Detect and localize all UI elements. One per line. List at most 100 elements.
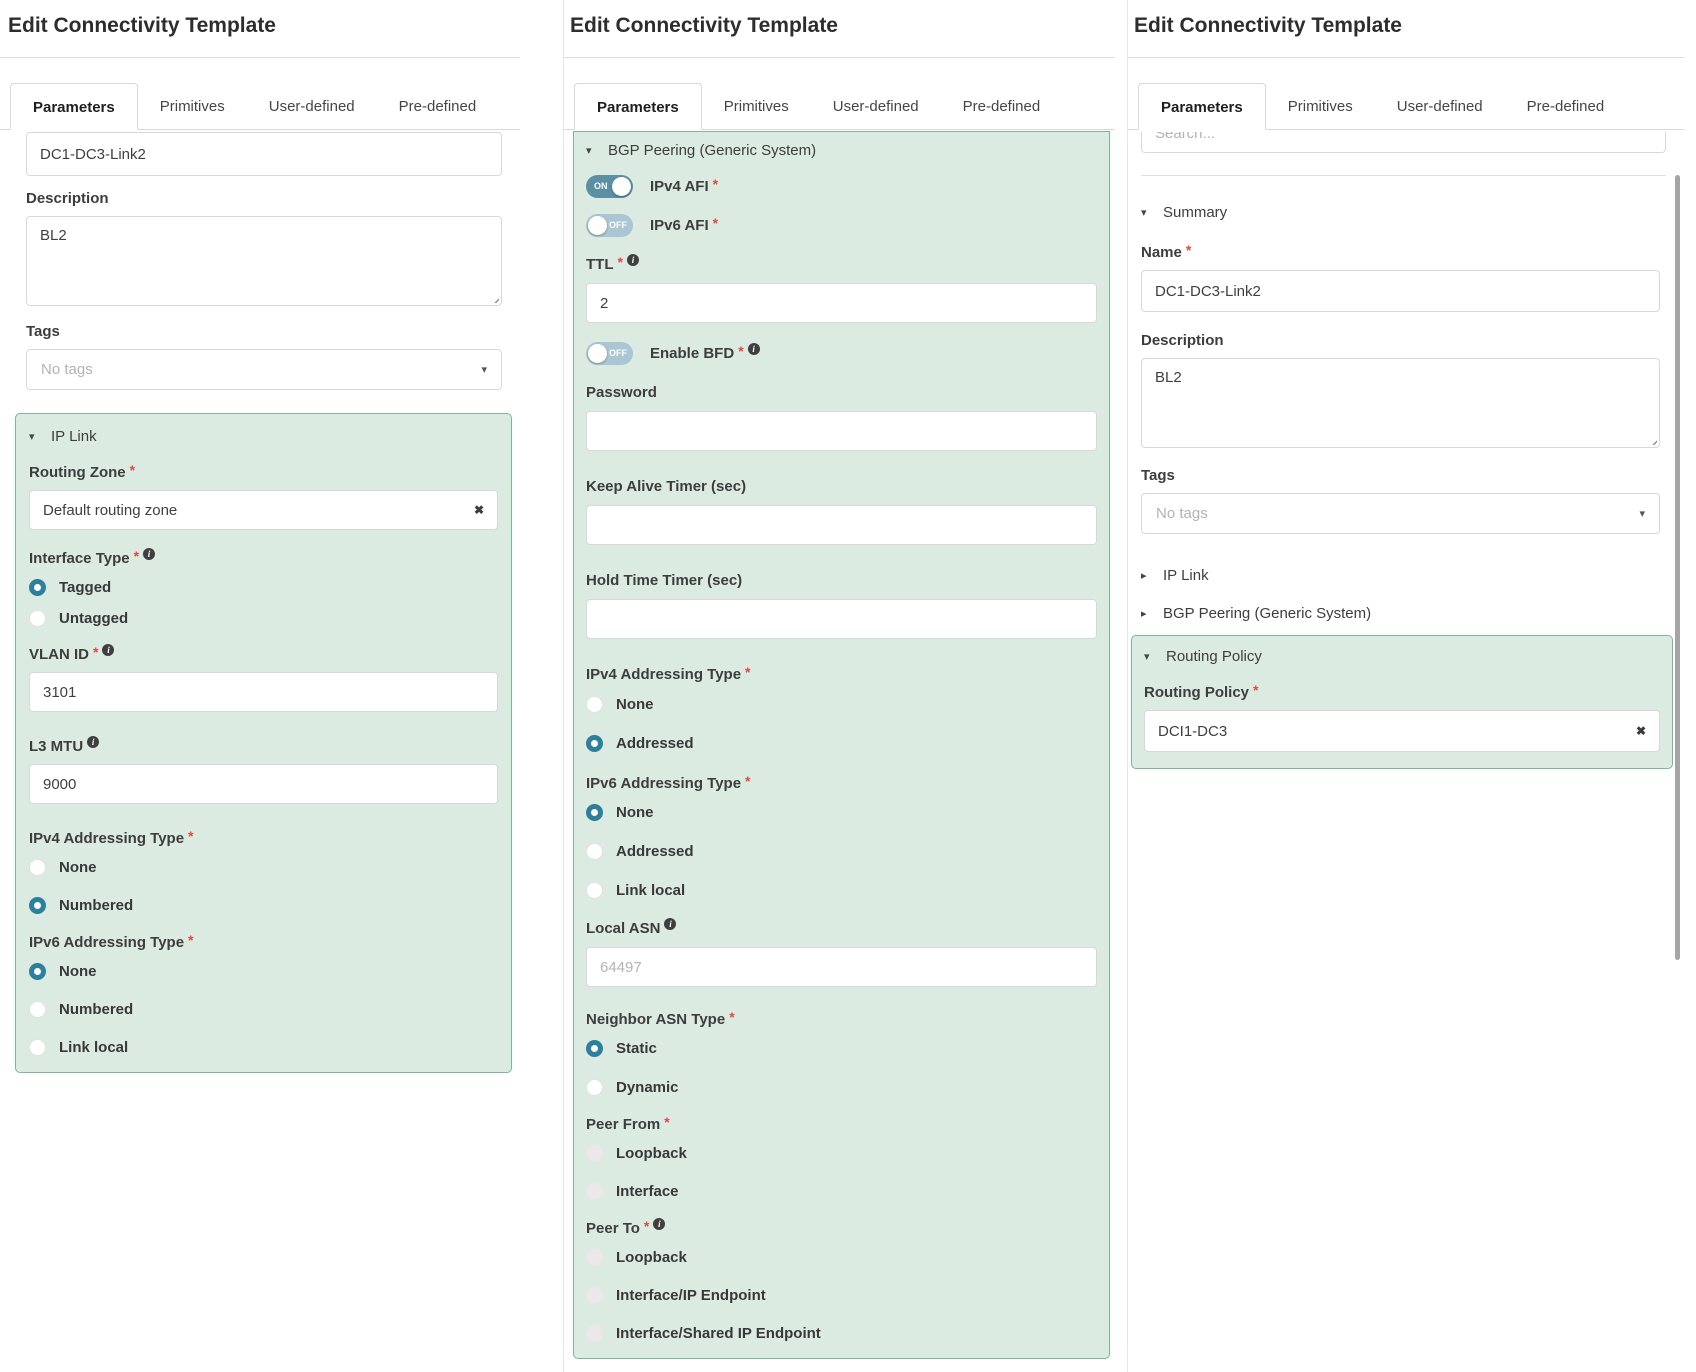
bgp-peering-collapsed-header[interactable]: ▸ BGP Peering (Generic System) bbox=[1141, 605, 1660, 622]
routing-policy-input[interactable]: DCI1-DC3 ✖ bbox=[1144, 710, 1660, 752]
description-textarea[interactable]: BL2 bbox=[1141, 358, 1660, 448]
chevron-down-icon: ▾ bbox=[1639, 507, 1645, 520]
ttl-input[interactable] bbox=[586, 283, 1097, 323]
chevron-down-icon: ▾ bbox=[481, 363, 487, 376]
page-title: Edit Connectivity Template bbox=[570, 14, 1115, 38]
ip-link-collapsed-header[interactable]: ▸ IP Link bbox=[1141, 567, 1660, 584]
required-asterisk: * bbox=[738, 343, 743, 360]
tags-select[interactable]: No tags ▾ bbox=[26, 349, 502, 390]
info-icon[interactable]: i bbox=[143, 548, 155, 560]
radio-asn-static[interactable]: Static bbox=[586, 1040, 1097, 1057]
tab-primitives[interactable]: Primitives bbox=[1266, 83, 1375, 129]
ipv4-afi-row: ON IPv4 AFI* bbox=[586, 175, 1097, 198]
enable-bfd-toggle[interactable]: OFF bbox=[586, 342, 633, 365]
ipv6-afi-toggle[interactable]: OFF bbox=[586, 214, 633, 237]
radio-asn-dynamic[interactable]: Dynamic bbox=[586, 1079, 1097, 1096]
vlan-id-input[interactable] bbox=[29, 672, 498, 712]
radio-icon bbox=[586, 843, 603, 860]
routing-zone-label: Routing Zone* bbox=[29, 464, 498, 482]
radio-disabled-icon bbox=[586, 1249, 603, 1266]
radio-ipv4-none[interactable]: None bbox=[586, 696, 1097, 713]
radio-ipv4-none[interactable]: None bbox=[29, 859, 498, 876]
tab-parameters[interactable]: Parameters bbox=[1138, 83, 1266, 130]
summary-section-header[interactable]: ▾ Summary bbox=[1141, 204, 1660, 221]
scrollbar-thumb[interactable] bbox=[1675, 175, 1680, 960]
required-asterisk: * bbox=[664, 1114, 669, 1131]
expand-triangle-icon: ▸ bbox=[1141, 607, 1163, 620]
tab-pre-defined[interactable]: Pre-defined bbox=[377, 83, 499, 129]
bgp-peering-section-header[interactable]: ▾ BGP Peering (Generic System) bbox=[586, 142, 1097, 159]
tags-label: Tags bbox=[26, 323, 502, 341]
collapse-triangle-icon: ▾ bbox=[1144, 650, 1166, 663]
radio-ipv6-numbered[interactable]: Numbered bbox=[29, 1001, 498, 1018]
radio-peer-to-interface-ip-endpoint[interactable]: Interface/IP Endpoint bbox=[586, 1287, 1097, 1304]
name-input[interactable] bbox=[26, 132, 502, 176]
radio-peer-from-loopback[interactable]: Loopback bbox=[586, 1145, 1097, 1162]
resize-handle-icon[interactable] bbox=[1647, 435, 1657, 445]
radio-ipv6-none[interactable]: None bbox=[29, 963, 498, 980]
info-icon[interactable]: i bbox=[664, 918, 676, 930]
info-icon[interactable]: i bbox=[102, 644, 114, 656]
ttl-label: TTL*i bbox=[586, 256, 1097, 274]
l3-mtu-label: L3 MTUi bbox=[29, 738, 498, 756]
routing-policy-section-header[interactable]: ▾ Routing Policy bbox=[1144, 648, 1660, 665]
radio-untagged[interactable]: Untagged bbox=[29, 610, 498, 627]
radio-tagged[interactable]: Tagged bbox=[29, 579, 498, 596]
description-textarea[interactable]: BL2 bbox=[26, 216, 502, 306]
radio-peer-to-loopback[interactable]: Loopback bbox=[586, 1249, 1097, 1266]
radio-selected-icon bbox=[586, 804, 603, 821]
radio-icon bbox=[586, 696, 603, 713]
tags-select[interactable]: No tags ▾ bbox=[1141, 493, 1660, 534]
radio-ipv6-none[interactable]: None bbox=[586, 804, 1097, 821]
ipv6-afi-label: IPv6 AFI* bbox=[650, 217, 718, 235]
tab-user-defined[interactable]: User-defined bbox=[1375, 83, 1505, 129]
required-asterisk: * bbox=[188, 828, 193, 845]
required-asterisk: * bbox=[93, 644, 98, 661]
radio-selected-icon bbox=[29, 897, 46, 914]
radio-ipv4-numbered[interactable]: Numbered bbox=[29, 897, 498, 914]
peer-to-label: Peer To*i bbox=[586, 1220, 1097, 1238]
tab-user-defined[interactable]: User-defined bbox=[811, 83, 941, 129]
radio-ipv6-addressed[interactable]: Addressed bbox=[586, 843, 1097, 860]
radio-peer-to-interface-shared-ip-endpoint[interactable]: Interface/Shared IP Endpoint bbox=[586, 1325, 1097, 1342]
tab-user-defined[interactable]: User-defined bbox=[247, 83, 377, 129]
radio-ipv4-addressed[interactable]: Addressed bbox=[586, 735, 1097, 752]
local-asn-input[interactable] bbox=[586, 947, 1097, 987]
clear-icon[interactable]: ✖ bbox=[1636, 724, 1646, 738]
radio-ipv6-link-local[interactable]: Link local bbox=[586, 882, 1097, 899]
tab-parameters[interactable]: Parameters bbox=[574, 83, 702, 130]
name-input[interactable] bbox=[1141, 270, 1660, 312]
ipv4-afi-toggle[interactable]: ON bbox=[586, 175, 633, 198]
tab-pre-defined[interactable]: Pre-defined bbox=[941, 83, 1063, 129]
enable-bfd-label: Enable BFD*i bbox=[650, 345, 760, 363]
info-icon[interactable]: i bbox=[87, 736, 99, 748]
l3-mtu-input[interactable] bbox=[29, 764, 498, 804]
password-label: Password bbox=[586, 384, 1097, 402]
resize-handle-icon[interactable] bbox=[489, 293, 499, 303]
password-input[interactable] bbox=[586, 411, 1097, 451]
keep-alive-input[interactable] bbox=[586, 505, 1097, 545]
radio-disabled-icon bbox=[586, 1325, 603, 1342]
tab-pre-defined[interactable]: Pre-defined bbox=[1505, 83, 1627, 129]
tab-primitives[interactable]: Primitives bbox=[702, 83, 811, 129]
radio-peer-from-interface[interactable]: Interface bbox=[586, 1183, 1097, 1200]
description-label: Description bbox=[26, 190, 502, 208]
required-asterisk: * bbox=[729, 1009, 734, 1026]
ip-link-section-header[interactable]: ▾ IP Link bbox=[29, 428, 498, 445]
tab-primitives[interactable]: Primitives bbox=[138, 83, 247, 129]
required-asterisk: * bbox=[713, 215, 718, 232]
info-icon[interactable]: i bbox=[748, 343, 760, 355]
hold-time-input[interactable] bbox=[586, 599, 1097, 639]
radio-disabled-icon bbox=[586, 1287, 603, 1304]
edit-connectivity-template-panel-2: Edit Connectivity Template Parameters Pr… bbox=[563, 0, 1115, 1372]
clear-icon[interactable]: ✖ bbox=[474, 503, 484, 517]
info-icon[interactable]: i bbox=[627, 254, 639, 266]
page-title: Edit Connectivity Template bbox=[1134, 14, 1684, 38]
search-input[interactable] bbox=[1141, 132, 1666, 153]
enable-bfd-row: OFF Enable BFD*i bbox=[586, 342, 1097, 365]
routing-zone-input[interactable]: Default routing zone ✖ bbox=[29, 490, 498, 530]
local-asn-label: Local ASNi bbox=[586, 920, 1097, 938]
info-icon[interactable]: i bbox=[653, 1218, 665, 1230]
tab-parameters[interactable]: Parameters bbox=[10, 83, 138, 130]
radio-ipv6-link-local[interactable]: Link local bbox=[29, 1039, 498, 1056]
